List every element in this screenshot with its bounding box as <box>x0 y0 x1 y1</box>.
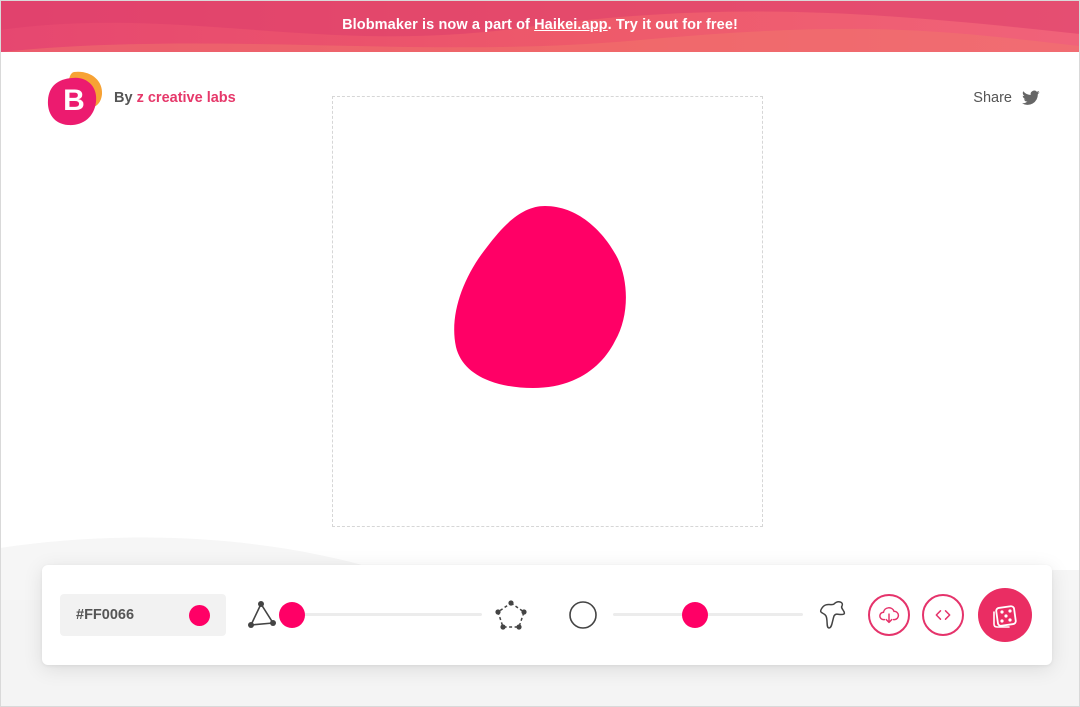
banner-text-before: Blobmaker is now a part of <box>342 17 535 33</box>
color-swatch[interactable] <box>189 605 210 626</box>
download-button[interactable] <box>868 594 910 636</box>
cloud-download-icon <box>879 607 900 624</box>
blob-svg <box>454 206 626 388</box>
blob-canvas <box>332 96 763 527</box>
banner-text: Blobmaker is now a part of Haikei.app. T… <box>0 17 1080 33</box>
color-value[interactable]: #FF0066 <box>76 607 134 623</box>
controls-toolbar: #FF0066 <box>42 565 1052 665</box>
contrast-slider-thumb[interactable] <box>681 602 708 628</box>
banner-text-after: . Try it out for free! <box>607 17 738 33</box>
spiky-shape-icon <box>819 601 846 629</box>
share-label: Share <box>973 90 1012 106</box>
by-label: By <box>114 90 133 106</box>
triangle-nodes-icon <box>248 601 276 628</box>
color-picker[interactable]: #FF0066 <box>60 594 226 636</box>
circle-icon <box>569 601 597 629</box>
complexity-slider-track[interactable] <box>290 613 482 616</box>
share-button[interactable]: Share <box>973 90 1040 106</box>
complexity-slider-thumb[interactable] <box>279 602 305 628</box>
pentagon-nodes-icon <box>495 600 527 630</box>
announcement-banner: Blobmaker is now a part of Haikei.app. T… <box>0 0 1080 52</box>
blobmaker-logo[interactable]: B <box>46 70 104 128</box>
haikei-link[interactable]: Haikei.app <box>534 17 608 33</box>
view-code-button[interactable] <box>922 594 964 636</box>
contrast-slider-track[interactable] <box>613 613 803 616</box>
blob-shape <box>454 206 626 388</box>
twitter-icon[interactable] <box>1022 90 1040 106</box>
code-icon <box>935 610 951 620</box>
randomize-button[interactable] <box>978 588 1032 642</box>
dice-icon <box>993 605 1017 628</box>
author-link[interactable]: z creative labs <box>137 90 236 106</box>
byline: By z creative labs <box>114 90 236 106</box>
svg-text:B: B <box>63 84 85 117</box>
